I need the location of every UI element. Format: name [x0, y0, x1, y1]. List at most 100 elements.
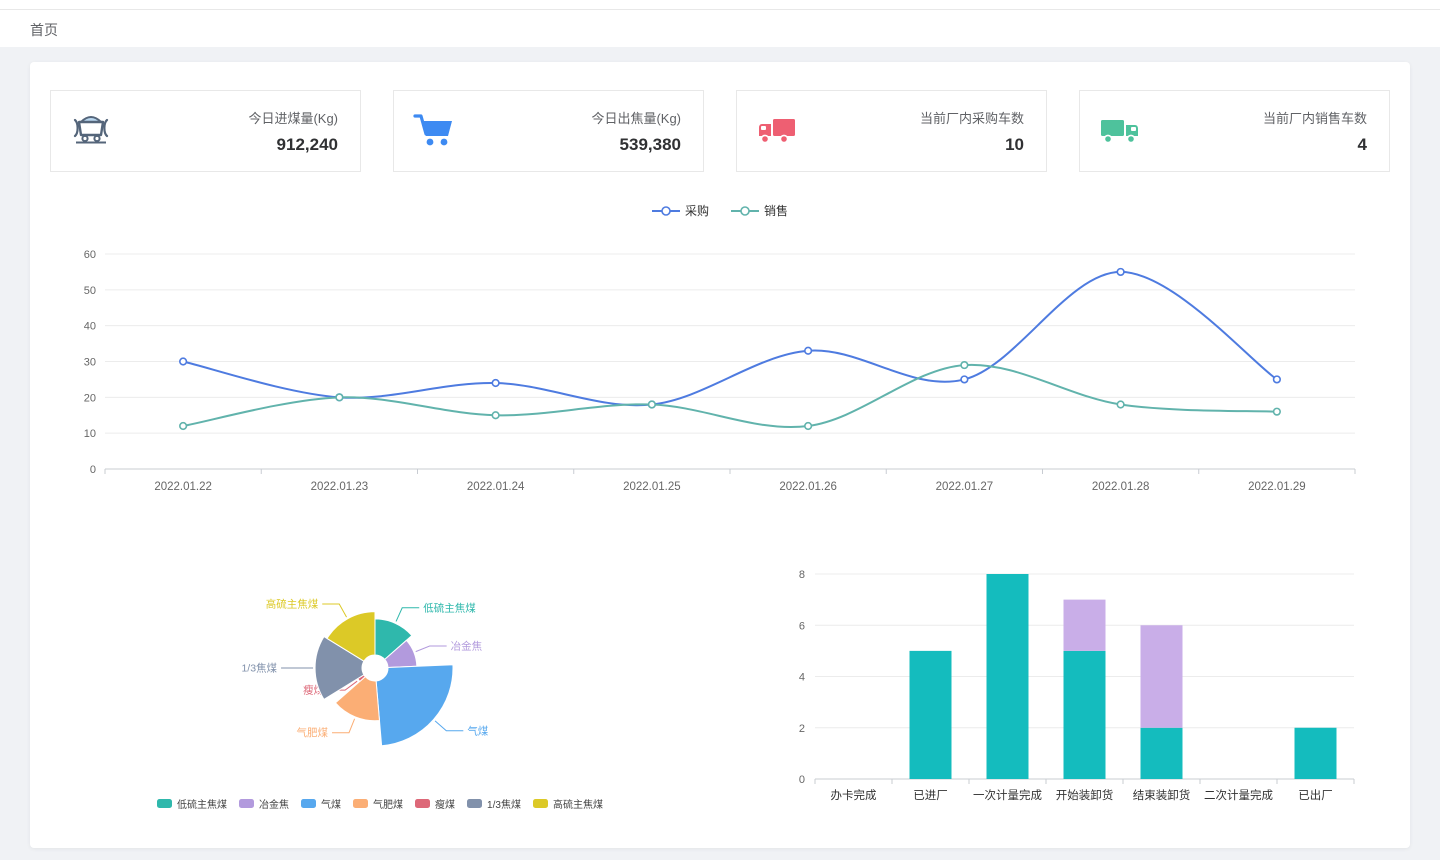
data-point	[1274, 408, 1281, 415]
x-axis-label: 2022.01.27	[936, 481, 994, 493]
x-axis-label: 一次计量完成	[973, 788, 1042, 802]
pie-label-line	[332, 719, 355, 733]
x-axis-label: 2022.01.23	[311, 481, 369, 493]
stat-card-coal-in: 今日进煤量(Kg) 912,240	[50, 90, 361, 172]
pie-label: 高硫主焦煤	[266, 597, 319, 610]
stat-card-coke-out: 今日出焦量(Kg) 539,380	[393, 90, 704, 172]
legend-label: 销售	[764, 202, 788, 219]
data-point	[961, 376, 968, 383]
stat-value: 912,240	[248, 135, 338, 155]
y-axis-label: 50	[84, 285, 96, 297]
pie-label-line	[416, 646, 447, 652]
legend-label: 低硫主焦煤	[177, 796, 227, 811]
stat-cards-row: 今日进煤量(Kg) 912,240 今日出焦量(Kg) 539,380	[50, 90, 1390, 172]
bar-segment[interactable]	[1295, 728, 1337, 779]
legend-color-chip	[533, 799, 548, 808]
stat-text: 当前厂内采购车数 10	[920, 108, 1024, 155]
stat-label: 当前厂内采购车数	[920, 108, 1024, 127]
y-axis-label: 0	[90, 464, 96, 476]
line-chart-legend: 采购 销售	[30, 202, 1410, 219]
bar-segment[interactable]	[1141, 728, 1183, 779]
x-axis-label: 2022.01.22	[154, 481, 212, 493]
x-axis-label: 2022.01.25	[623, 481, 681, 493]
data-point	[1117, 401, 1124, 408]
pie-slice-气煤[interactable]: 气煤	[376, 665, 489, 746]
breadcrumb-home[interactable]: 首页	[30, 20, 58, 40]
y-axis-label: 6	[799, 620, 805, 632]
pie-legend-item-冶金焦[interactable]: 冶金焦	[239, 796, 289, 811]
pie-legend-item-瘦煤[interactable]: 瘦煤	[415, 796, 455, 811]
pie-legend-item-1/3焦煤[interactable]: 1/3焦煤	[467, 796, 521, 811]
line-grid: 0 10 20 30 40 50 60	[84, 249, 1355, 476]
y-axis-label: 0	[799, 774, 805, 786]
main-panel: 今日进煤量(Kg) 912,240 今日出焦量(Kg) 539,380	[30, 62, 1410, 848]
legend-color-chip	[301, 799, 316, 808]
x-axis-label: 2022.01.28	[1092, 481, 1150, 493]
pie-label: 1/3焦煤	[241, 662, 277, 675]
shopping-cart-icon	[410, 107, 458, 155]
bar-segment[interactable]	[1141, 625, 1183, 728]
stat-text: 当前厂内销售车数 4	[1263, 108, 1367, 155]
y-axis-label: 2	[799, 723, 805, 735]
y-axis-label: 4	[799, 672, 805, 684]
data-point	[492, 380, 499, 387]
legend-color-chip	[239, 799, 254, 808]
data-point	[649, 401, 656, 408]
data-point	[961, 362, 968, 369]
header-divider	[0, 9, 1440, 10]
pie-legend-item-低硫主焦煤[interactable]: 低硫主焦煤	[157, 796, 227, 811]
x-axis-label: 结束装卸货	[1133, 788, 1191, 802]
legend-label: 1/3焦煤	[487, 796, 521, 811]
stat-card-sale-trucks: 当前厂内销售车数 4	[1079, 90, 1390, 172]
stat-value: 10	[920, 135, 1024, 155]
pie-legend-item-高硫主焦煤[interactable]: 高硫主焦煤	[533, 796, 603, 811]
series-销售	[180, 362, 1280, 430]
data-point	[180, 358, 187, 365]
truck-in-icon	[753, 107, 801, 155]
legend-color-chip	[157, 799, 172, 808]
x-axis-label: 二次计量完成	[1204, 788, 1273, 802]
y-axis-label: 60	[84, 249, 96, 261]
bar-segment[interactable]	[1064, 600, 1106, 651]
bar-segment[interactable]	[987, 574, 1029, 779]
purchase-sale-line-chart: 0 10 20 30 40 50 60 2022.01.22 2022.01.23 2022.01…	[50, 224, 1390, 504]
data-point	[336, 394, 343, 401]
x-axis-label: 2022.01.26	[779, 481, 837, 493]
legend-color-chip	[353, 799, 368, 808]
bar-segment[interactable]	[910, 651, 952, 779]
legend-label: 气肥煤	[373, 796, 403, 811]
data-point	[1274, 376, 1281, 383]
stat-text: 今日出焦量(Kg) 539,380	[591, 108, 681, 155]
pie-legend-item-气煤[interactable]: 气煤	[301, 796, 341, 811]
y-axis-label: 30	[84, 357, 96, 369]
y-axis-label: 20	[84, 392, 96, 404]
stat-value: 539,380	[591, 135, 681, 155]
stat-label: 今日出焦量(Kg)	[591, 108, 681, 127]
y-axis-label: 40	[84, 321, 96, 333]
pie-label-line	[396, 608, 419, 622]
y-axis-label: 10	[84, 428, 96, 440]
x-axis-label: 2022.01.29	[1248, 481, 1306, 493]
x-axis-label: 2022.01.24	[467, 481, 525, 493]
legend-item-销售[interactable]: 销售	[731, 202, 788, 219]
x-axis-label: 已出厂	[1298, 788, 1333, 802]
pie-label: 冶金焦	[451, 640, 483, 653]
x-axis-label: 已进厂	[913, 789, 948, 802]
data-point	[805, 347, 812, 354]
bar-segment[interactable]	[1064, 651, 1106, 779]
data-point	[1117, 269, 1124, 276]
pie-label: 气煤	[467, 724, 488, 737]
legend-label: 瘦煤	[435, 796, 455, 811]
stat-text: 今日进煤量(Kg) 912,240	[248, 108, 338, 155]
coal-type-rose-chart: 低硫主焦煤冶金焦气煤气肥煤瘦煤1/3焦煤高硫主焦煤	[30, 542, 730, 812]
pie-label: 气肥煤	[297, 726, 329, 739]
data-point	[805, 423, 812, 430]
stat-label: 今日进煤量(Kg)	[248, 108, 338, 127]
pie-legend-item-气肥煤[interactable]: 气肥煤	[353, 796, 403, 811]
pie-label-line	[435, 721, 463, 731]
data-point	[492, 412, 499, 419]
pie-chart-legend: 低硫主焦煤冶金焦气煤 气肥煤 瘦煤 1/3焦煤 高硫主焦煤	[30, 796, 730, 811]
legend-label: 高硫主焦煤	[553, 796, 603, 811]
stat-value: 4	[1263, 135, 1367, 155]
legend-item-采购[interactable]: 采购	[652, 202, 709, 219]
